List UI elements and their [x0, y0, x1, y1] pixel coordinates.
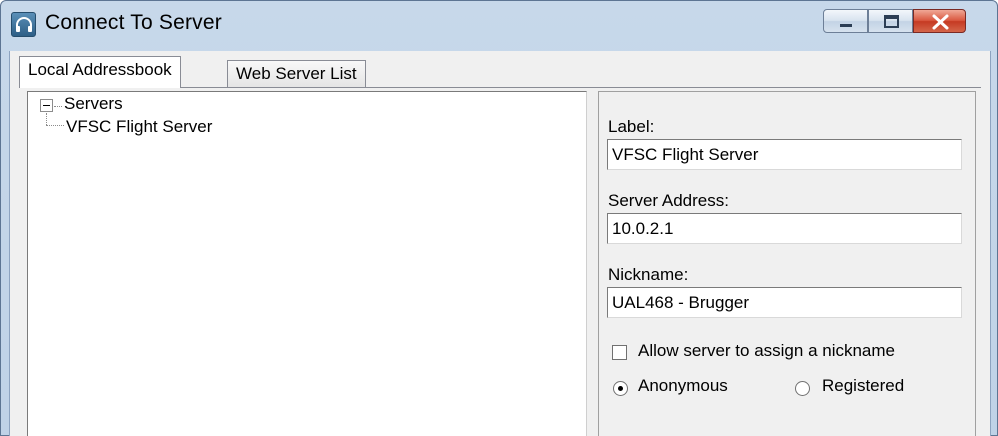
server-address-field[interactable]	[607, 213, 962, 244]
nickname-caption: Nickname:	[608, 265, 689, 284]
anonymous-label[interactable]: Anonymous	[638, 376, 728, 396]
title-bar[interactable]: Connect To Server	[1, 1, 997, 51]
window-title: Connect To Server	[45, 11, 222, 34]
headset-icon	[11, 12, 36, 37]
registered-radio[interactable]	[795, 381, 810, 396]
tree-node-server[interactable]: VFSC Flight Server	[66, 117, 212, 137]
tree-node-servers[interactable]: Servers	[64, 94, 123, 114]
registered-label[interactable]: Registered	[822, 376, 904, 396]
label-field[interactable]	[607, 139, 962, 170]
minimize-button[interactable]	[823, 9, 868, 33]
allow-assign-checkbox[interactable]	[612, 345, 627, 360]
dialog-body: Local Addressbook Web Server List Server…	[9, 51, 991, 436]
tab-web-server-list[interactable]: Web Server List	[227, 60, 366, 88]
maximize-icon	[884, 15, 899, 28]
collapse-icon[interactable]	[40, 99, 53, 112]
allow-assign-label[interactable]: Allow server to assign a nickname	[638, 341, 895, 361]
close-icon	[932, 14, 949, 30]
minimize-icon	[840, 24, 852, 27]
server-address-caption: Server Address:	[608, 191, 729, 210]
tree-connector	[54, 106, 62, 107]
maximize-button[interactable]	[868, 9, 913, 33]
label-caption: Label:	[608, 117, 655, 136]
close-button[interactable]	[913, 9, 966, 33]
anonymous-radio[interactable]	[613, 381, 628, 396]
tree-connector	[46, 125, 64, 126]
tree-connector	[46, 113, 47, 125]
server-tree[interactable]: Servers VFSC Flight Server	[27, 91, 587, 436]
tab-local-addressbook[interactable]: Local Addressbook	[19, 56, 181, 88]
connect-to-server-window: Connect To Server Local Addressbook Web …	[0, 0, 998, 436]
server-properties-panel: Label: Server Address: Nickname: Allow s…	[590, 91, 976, 436]
nickname-field[interactable]	[607, 287, 962, 318]
